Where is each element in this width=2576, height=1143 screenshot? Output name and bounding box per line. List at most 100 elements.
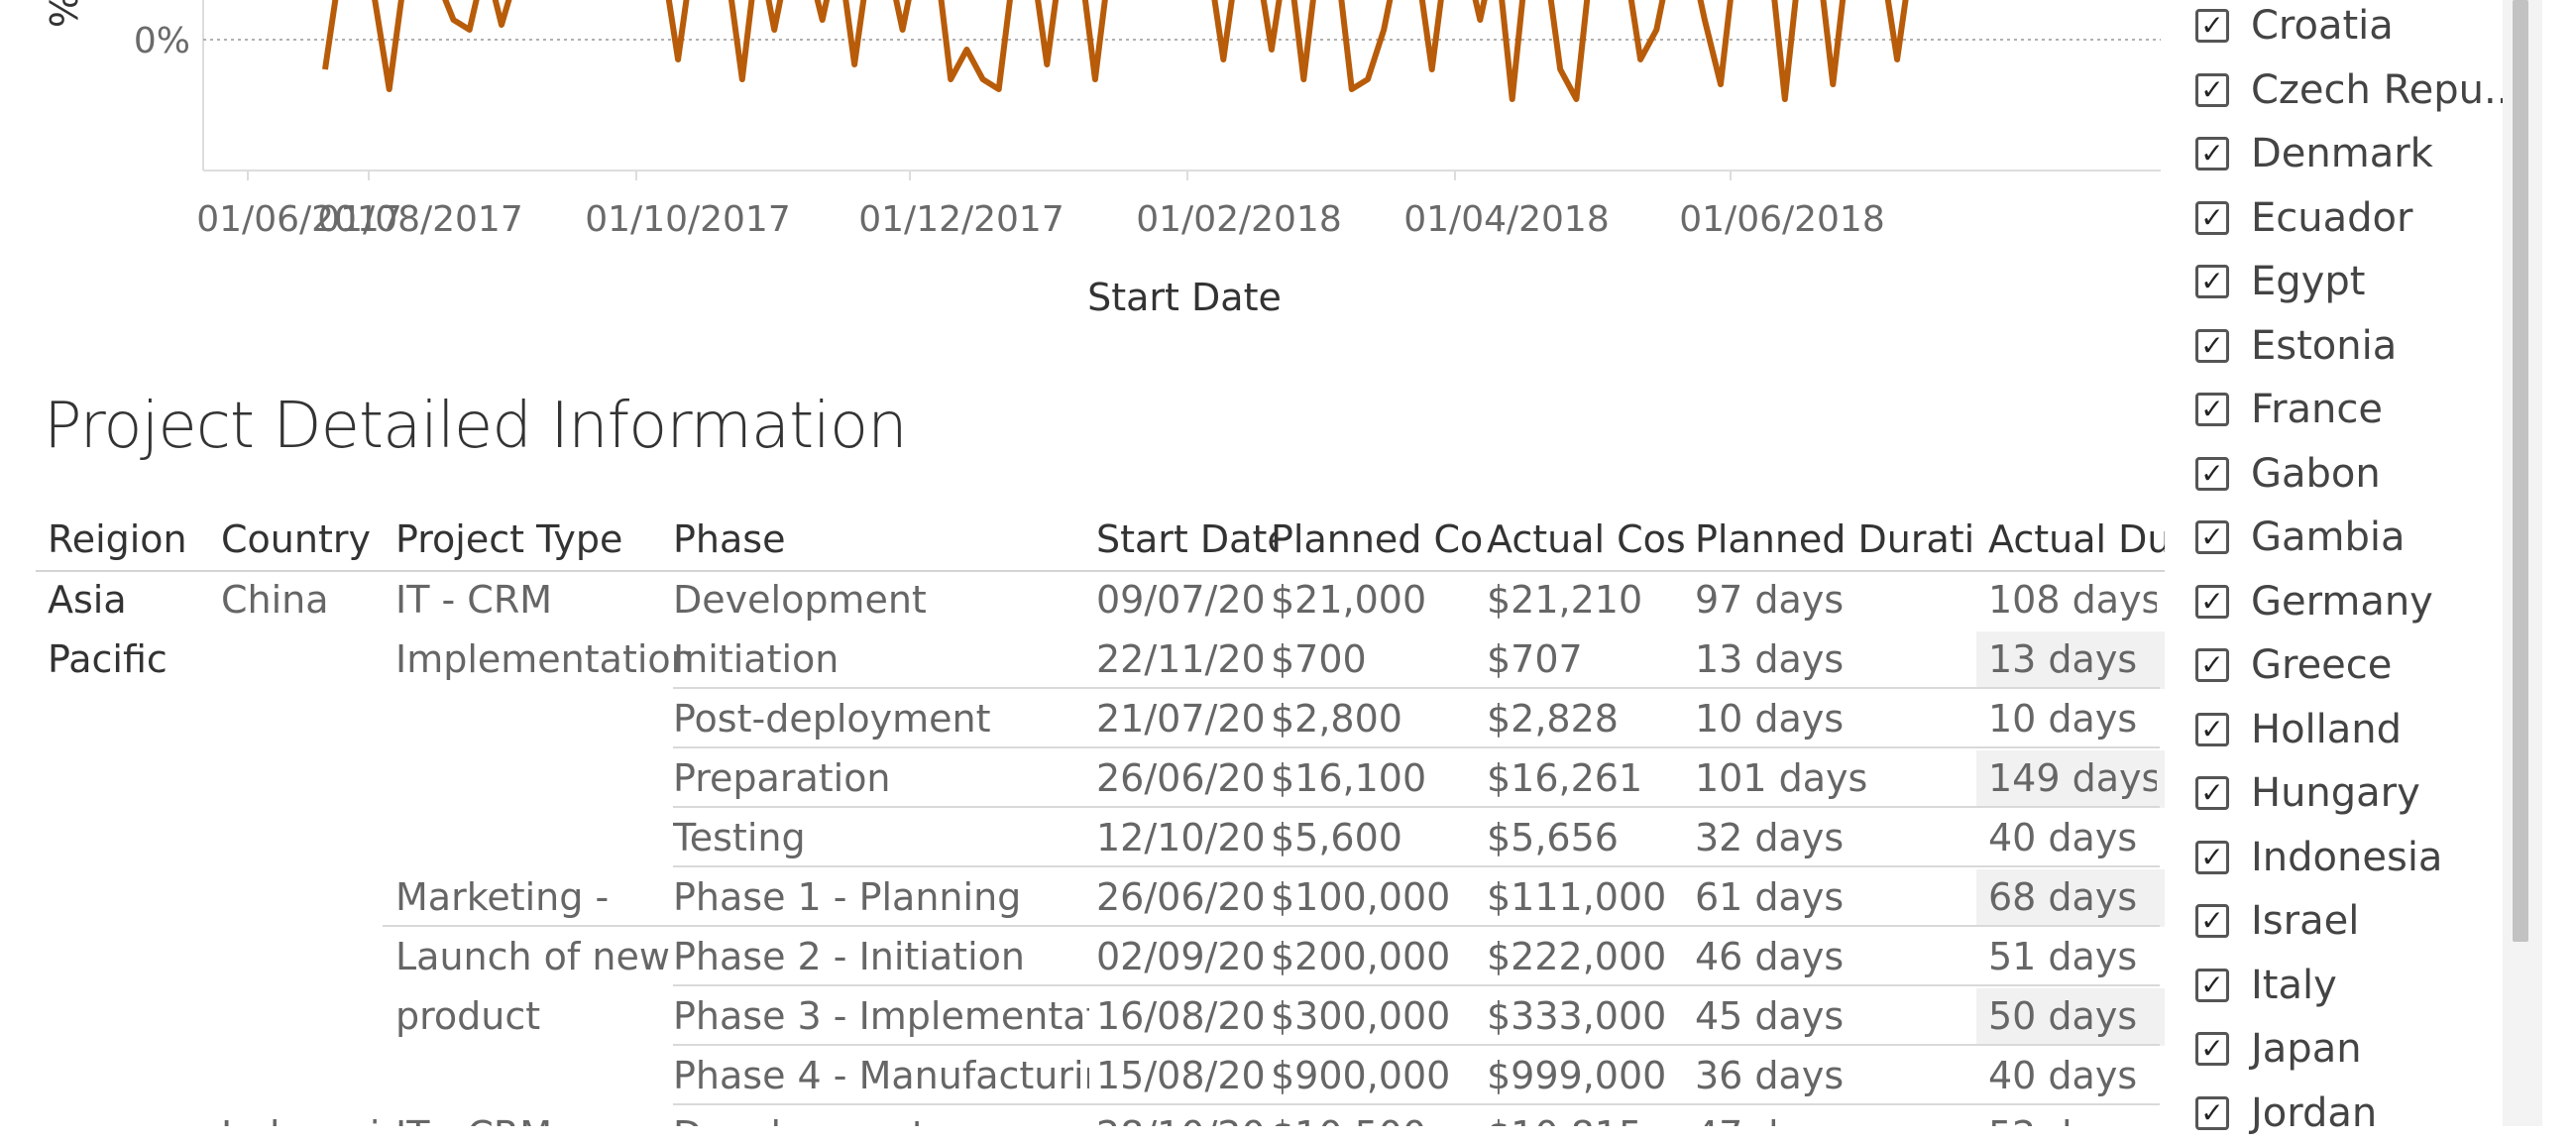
checkbox-icon[interactable]: ✓ (2195, 648, 2229, 682)
filter-item[interactable]: ✓ Gabon (2195, 444, 2381, 504)
planned-duration-cell: 46 days (1695, 935, 1845, 978)
start-date-cell: 21/07/20.. (1096, 697, 1265, 741)
checkbox-icon[interactable]: ✓ (2195, 904, 2229, 938)
filter-scrollbar[interactable] (2503, 0, 2542, 1126)
checkbox-icon[interactable]: ✓ (2195, 393, 2229, 426)
filter-item[interactable]: ✓ Gambia (2195, 508, 2406, 567)
actual-duration-cell: 13 days (1988, 637, 2138, 681)
filter-item[interactable]: ✓ Indonesia (2195, 828, 2442, 887)
region-cell-line2: Pacific (48, 637, 168, 681)
header-actual-duration[interactable]: Actual Du (1988, 511, 2165, 568)
project-type-2-line3: product (395, 994, 541, 1038)
phase-cell: Initiation (673, 637, 840, 681)
start-date-cell: 15/08/20.. (1096, 1054, 1265, 1097)
filter-item[interactable]: ✓ Ecuador (2195, 188, 2412, 248)
x-tick-label: 01/06/2018 (1679, 199, 1885, 240)
filter-item[interactable]: ✓ Germany (2195, 572, 2433, 631)
header-project-type[interactable]: Project Type (395, 511, 653, 568)
actual-duration-cell: 10 days (1988, 697, 2138, 741)
checkbox-icon[interactable]: ✓ (2195, 520, 2229, 554)
filter-item-label: Gabon (2251, 450, 2381, 497)
actual-cost-cell: $999,000 (1487, 1054, 1667, 1097)
checkbox-icon[interactable]: ✓ (2195, 584, 2229, 619)
x-tick-label: 01/02/2018 (1136, 199, 1342, 240)
checkbox-icon[interactable]: ✓ (2195, 137, 2229, 171)
planned-duration-cell: 97 days (1695, 578, 1845, 622)
header-region[interactable]: Reigion (48, 511, 206, 568)
planned-cost-cell: $200,000 (1271, 935, 1451, 978)
country-cell: China (221, 578, 329, 622)
planned-duration-cell: 45 days (1695, 994, 1845, 1038)
filter-item[interactable]: ✓ Jordan (2195, 1084, 2377, 1143)
start-date-cell: 28/10/20.. (1096, 1105, 1265, 1126)
filter-item-label: Jordan (2251, 1089, 2378, 1136)
x-tick-label: 01/04/2018 (1403, 199, 1610, 240)
planned-duration-cell: 10 days (1695, 697, 1845, 741)
filter-item[interactable]: ✓ France (2195, 380, 2383, 439)
checkbox-icon[interactable]: ✓ (2195, 712, 2229, 746)
x-tick-label: 01/12/2017 (858, 199, 1064, 240)
header-planned-duration[interactable]: Planned Duration (1695, 511, 1972, 568)
header-phase[interactable]: Phase (673, 511, 1069, 568)
actual-duration-cell: 52 days (1988, 1105, 2157, 1126)
checkbox-icon[interactable]: ✓ (2195, 200, 2229, 235)
filter-item-label: Hungary (2251, 770, 2420, 816)
filter-item[interactable]: ✓ Czech Repu... (2195, 60, 2521, 120)
planned-cost-cell: $700 (1271, 637, 1367, 681)
checkbox-icon[interactable]: ✓ (2195, 840, 2229, 874)
planned-cost-cell: $900,000 (1271, 1054, 1451, 1097)
filter-item-label: Greece (2251, 642, 2393, 688)
checkbox-icon[interactable]: ✓ (2195, 456, 2229, 491)
y-axis-title: % (43, 0, 86, 28)
line-chart-svg: 0%%01/06/201701/08/2017 01/10/2017 01/12/2… (43, 0, 2161, 319)
filter-item[interactable]: ✓ Holland (2195, 700, 2402, 759)
header-actual-cost[interactable]: Actual Cost (1487, 511, 1685, 568)
filter-scrollbar-thumb[interactable] (2513, 0, 2528, 942)
x-tick-label: 01/10/2017 (585, 199, 791, 240)
filter-item[interactable]: ✓ Greece (2195, 635, 2392, 695)
filter-item-label: Estonia (2251, 322, 2398, 369)
header-planned-cost[interactable]: Planned Cost (1271, 511, 1484, 568)
actual-duration-cell: 40 days (1988, 1054, 2138, 1097)
checkbox-icon[interactable]: ✓ (2195, 265, 2229, 298)
actual-duration-cell: 50 days (1988, 994, 2138, 1038)
start-date-cell: 26/06/20.. (1096, 875, 1265, 919)
checkbox-icon[interactable]: ✓ (2195, 328, 2229, 363)
filter-item-label: Japan (2251, 1026, 2362, 1072)
actual-cost-cell: $222,000 (1487, 935, 1667, 978)
phase-cell: Post-deployment (673, 697, 991, 741)
actual-cost-cell: $16,261 (1487, 756, 1643, 800)
planned-cost-cell: $300,000 (1271, 994, 1451, 1038)
checkbox-icon[interactable]: ✓ (2195, 9, 2229, 43)
actual-cost-cell: $2,828 (1487, 697, 1619, 741)
checkbox-icon[interactable]: ✓ (2195, 968, 2229, 1002)
actual-cost-cell: $5,656 (1487, 816, 1619, 859)
project-type-2-line2: Launch of new (395, 935, 670, 978)
filter-item-label: Croatia (2251, 3, 2394, 49)
planned-duration-cell: 47 days (1695, 1105, 1972, 1126)
actual-duration-cell: 68 days (1988, 875, 2138, 919)
checkbox-icon[interactable]: ✓ (2195, 1032, 2229, 1066)
checkbox-icon[interactable]: ✓ (2195, 776, 2229, 810)
start-date-cell: 09/07/20.. (1096, 578, 1265, 622)
project-type-2-line1: Marketing - (395, 875, 610, 919)
filter-item[interactable]: ✓ Israel (2195, 891, 2359, 951)
filter-item[interactable]: ✓ Hungary (2195, 763, 2420, 823)
project-detailed-information-title: Project Detailed Information (44, 390, 908, 463)
filter-item[interactable]: ✓ Italy (2195, 956, 2337, 1015)
filter-item[interactable]: ✓ Egypt (2195, 252, 2365, 311)
header-country[interactable]: Country (221, 511, 380, 568)
checkbox-icon[interactable]: ✓ (2195, 1095, 2229, 1130)
planned-cost-cell: $100,000 (1271, 875, 1451, 919)
phase-cell: Development (673, 1105, 1089, 1126)
start-date-cell: 22/11/20.. (1096, 637, 1265, 681)
planned-cost-cell: $16,100 (1271, 756, 1427, 800)
planned-duration-cell: 61 days (1695, 875, 1845, 919)
filter-item[interactable]: ✓ Estonia (2195, 316, 2397, 376)
header-start-date[interactable]: Start Date (1096, 511, 1275, 568)
checkbox-icon[interactable]: ✓ (2195, 72, 2229, 107)
filter-item[interactable]: ✓ Japan (2195, 1019, 2362, 1079)
filter-item[interactable]: ✓ Croatia (2195, 0, 2394, 56)
filter-item[interactable]: ✓ Denmark (2195, 124, 2433, 183)
filter-item-label: Czech Repu... (2251, 66, 2522, 113)
